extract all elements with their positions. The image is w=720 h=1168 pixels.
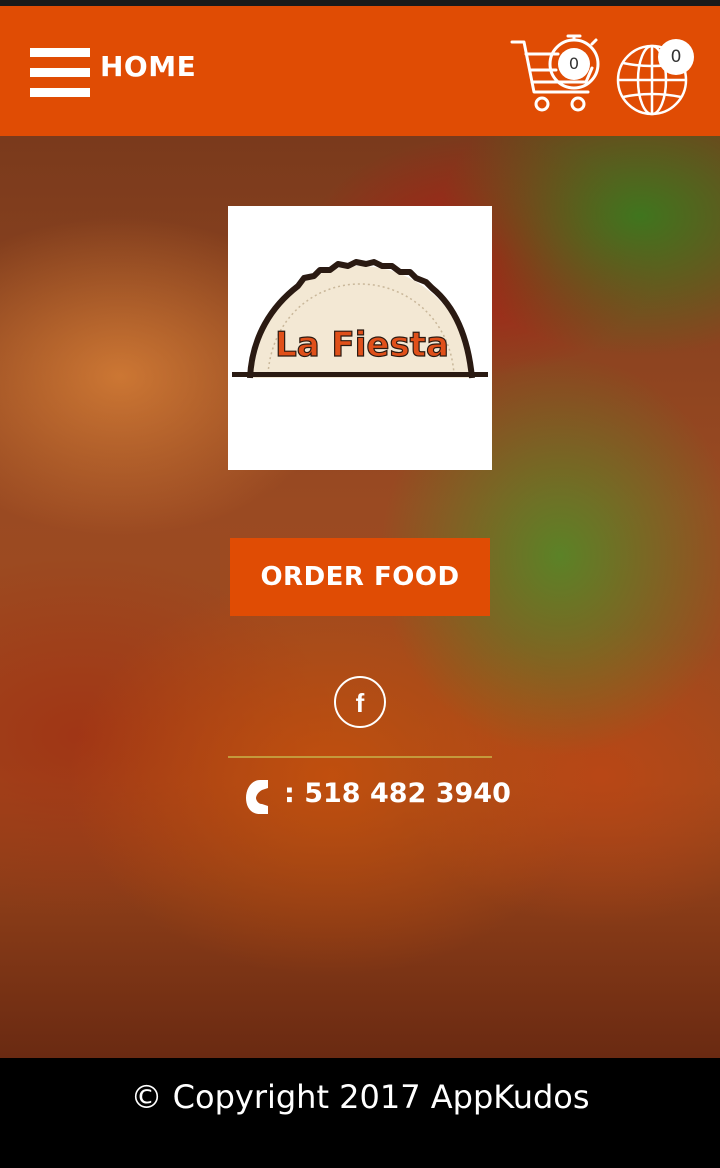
phone-number: : 518 482 3940	[284, 778, 511, 809]
order-food-button[interactable]: ORDER FOOD	[230, 538, 490, 616]
page-title: HOME	[100, 50, 197, 83]
divider	[228, 756, 492, 758]
copyright-text: © Copyright 2017 AppKudos	[130, 1078, 590, 1116]
phone-icon	[246, 780, 268, 814]
footer: © Copyright 2017 AppKudos	[0, 1058, 720, 1168]
cart-count-badge: 0	[558, 48, 590, 80]
language-button[interactable]: 0	[614, 36, 698, 120]
logo-text: La Fiesta	[275, 325, 449, 365]
language-count-badge: 0	[658, 39, 694, 75]
hamburger-menu-icon[interactable]	[30, 48, 90, 98]
cart-button[interactable]: 0	[508, 24, 604, 116]
shopping-cart-icon	[510, 34, 600, 112]
facebook-icon: f	[355, 688, 365, 718]
restaurant-logo: La Fiesta	[228, 206, 492, 470]
la-fiesta-logo-image: La Fiesta	[232, 259, 488, 379]
facebook-button[interactable]: f	[334, 676, 386, 728]
phone-contact[interactable]: : 518 482 3940	[240, 776, 511, 816]
home-content: La Fiesta ORDER FOOD f : 518 482 3940	[0, 136, 720, 1058]
app-header: HOME 0 0	[0, 6, 720, 136]
